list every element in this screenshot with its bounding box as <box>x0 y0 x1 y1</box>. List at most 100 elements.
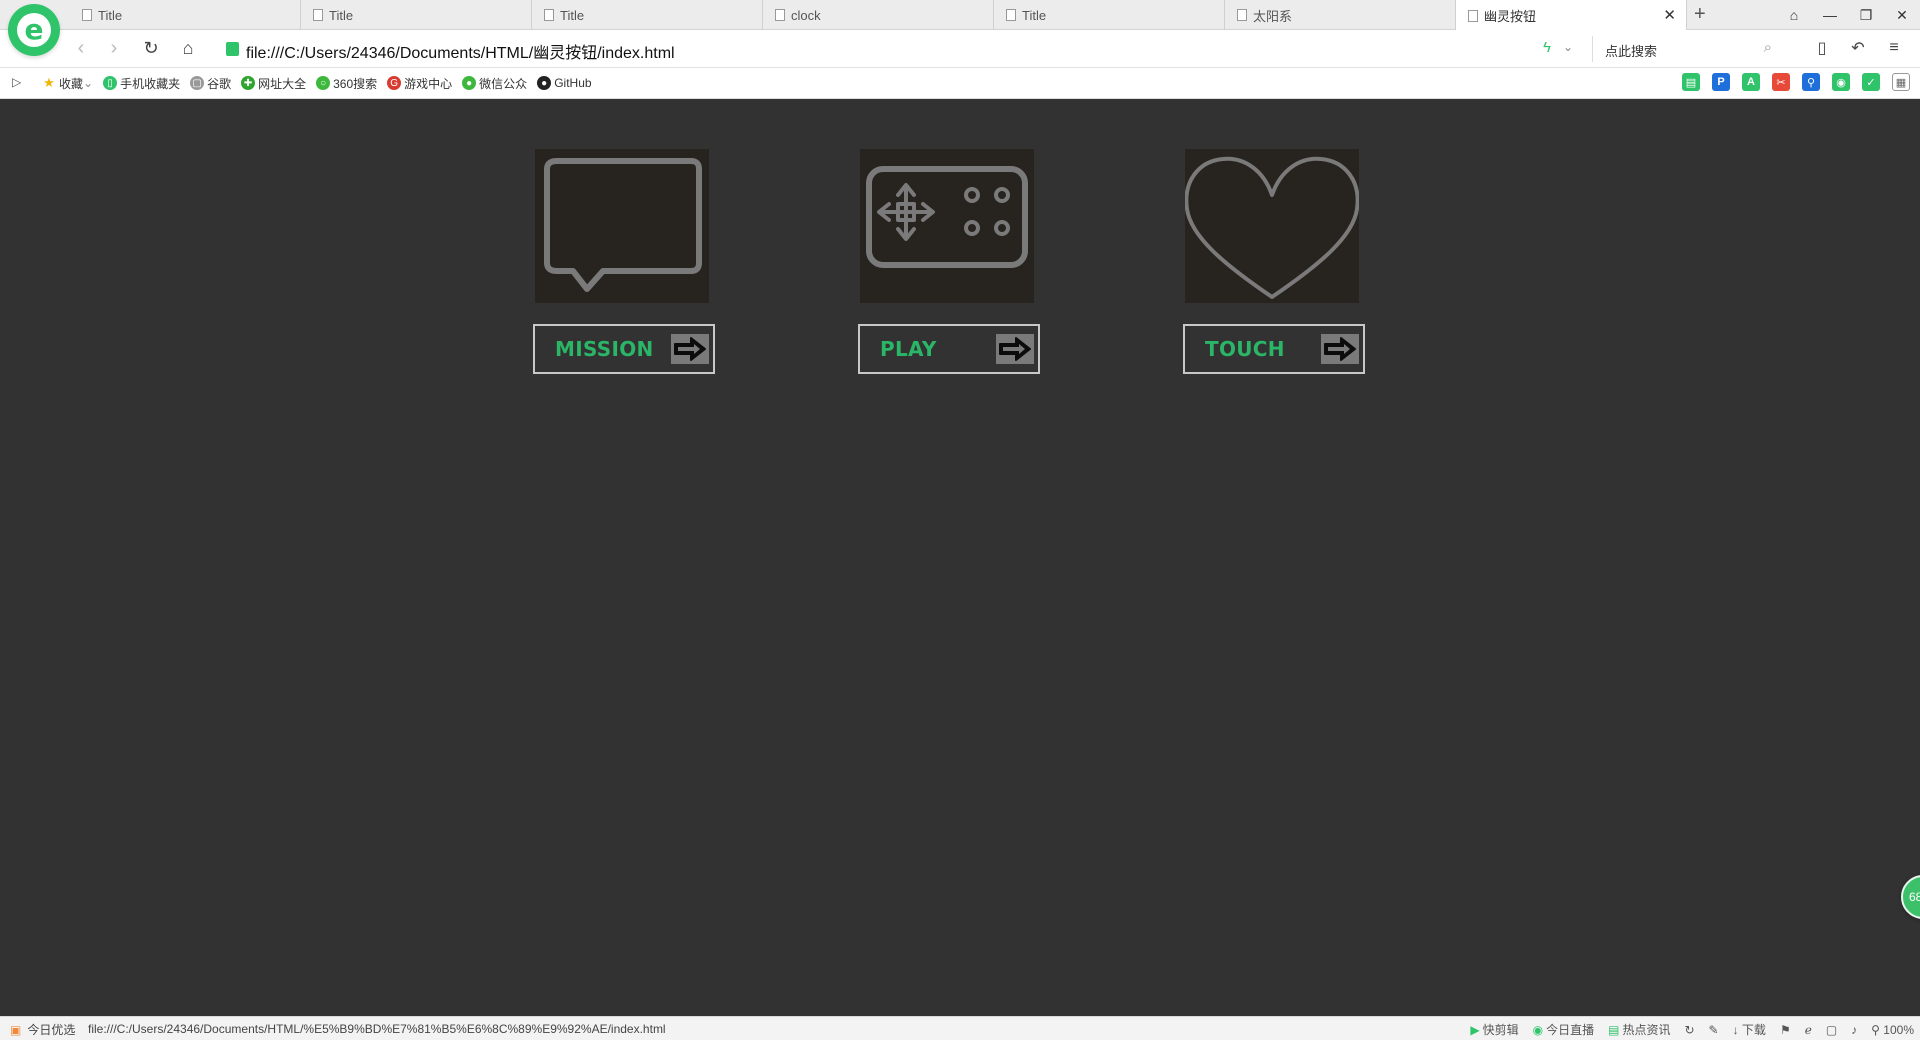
pin-icon[interactable]: ✎ <box>1709 1023 1719 1037</box>
page-icon <box>1006 9 1016 21</box>
gamepad-icon <box>860 149 1034 303</box>
close-window-icon[interactable]: ✕ <box>1884 0 1920 30</box>
tab-title: Title <box>560 7 585 23</box>
menu-icon[interactable]: ≡ <box>1882 36 1906 60</box>
shirt-skin-icon[interactable]: ⌂ <box>1776 0 1812 30</box>
phone-icon: ▯ <box>103 76 118 90</box>
tab[interactable]: Title <box>994 0 1225 30</box>
translate-extension-icon[interactable]: A <box>1742 73 1760 91</box>
tab-title: Title <box>329 7 354 23</box>
tab[interactable]: clock <box>763 0 994 30</box>
bookmark-label: 手机收藏夹 <box>120 76 181 91</box>
bookmark-item[interactable]: ▯ 手机收藏夹 <box>103 75 180 92</box>
page-icon <box>775 9 785 21</box>
tab-list: Title Title Title clock Title 太阳系 幽灵按钮 ✕ <box>70 0 1687 31</box>
arrow-right-icon <box>671 334 709 364</box>
bookmark-item[interactable]: ▢ 谷歌 <box>190 75 231 92</box>
reload-icon[interactable]: ↻ <box>140 38 162 58</box>
360-icon: ○ <box>316 76 331 90</box>
today-picks-link[interactable]: 今日优选 <box>27 1021 75 1038</box>
status-right: ▶ 快剪辑 ◉ 今日直播 ▤ 热点资讯 ↻ ✎ ↓ 下载 ⚑ ℯ ▢ ♪ ⚲ 100% <box>1470 1021 1914 1038</box>
zoom-icon: ⚲ <box>1871 1022 1880 1037</box>
bookmark-item[interactable]: ★ 收藏 ⌄ <box>42 75 93 92</box>
download-label: 下载 <box>1741 1023 1766 1037</box>
window-mode-icon[interactable]: ▢ <box>1826 1023 1837 1037</box>
bookmark-label: 360搜索 <box>333 76 378 91</box>
sidebar-toggle-icon[interactable]: ▷ <box>12 75 21 89</box>
touch-button-label: TOUCH <box>1205 337 1285 361</box>
bookmarks-bar: ▷ ★ 收藏 ⌄ ▯ 手机收藏夹 ▢ 谷歌 ✚ 网址大全 ○ 360搜索 G 游戏中心 ● 微信公众 ● Gi… <box>0 68 1920 99</box>
tab[interactable]: Title <box>532 0 763 30</box>
tab[interactable]: Title <box>70 0 301 30</box>
touch-button[interactable]: TOUCH <box>1183 324 1365 374</box>
gift-icon: ▣ <box>10 1022 22 1037</box>
extension-icons: ▤ P A ✂ ⚲ ◉ ✓ ▦ <box>1682 73 1910 91</box>
live-play-icon: ◉ <box>1532 1023 1544 1037</box>
download-button[interactable]: ↓ 下载 <box>1733 1021 1766 1038</box>
compass-icon: ✚ <box>241 76 256 90</box>
forward-icon[interactable]: › <box>103 38 125 58</box>
window-controls: ⌂ — ❐ ✕ <box>1776 0 1920 30</box>
tab-title: Title <box>1022 7 1047 23</box>
zoom-control[interactable]: ⚲ 100% <box>1871 1023 1914 1037</box>
restore-icon[interactable]: ❐ <box>1848 0 1884 30</box>
volume-icon[interactable]: ♪ <box>1851 1023 1857 1037</box>
hot-news-button[interactable]: ▤ 热点资讯 <box>1608 1021 1670 1038</box>
search-box[interactable]: 点此搜索 ⌕ <box>1592 36 1782 62</box>
tab[interactable]: Title <box>301 0 532 30</box>
bookmark-item[interactable]: G 游戏中心 <box>387 75 452 92</box>
refresh-icon[interactable]: ↻ <box>1684 1023 1694 1037</box>
tab[interactable]: 太阳系 <box>1225 0 1456 30</box>
play-button-label: PLAY <box>880 337 937 361</box>
quick-edit-button[interactable]: ▶ 快剪辑 <box>1470 1021 1518 1038</box>
minimize-icon[interactable]: — <box>1812 0 1848 30</box>
bookmark-label: 网址大全 <box>258 76 307 91</box>
new-tab-icon[interactable]: + <box>1694 3 1706 26</box>
status-bar: ▣ 今日优选 file:///C:/Users/24346/Documents/… <box>0 1016 1920 1040</box>
scissors-icon[interactable]: ✂ <box>1772 73 1790 91</box>
live-button[interactable]: ◉ 今日直播 <box>1533 1021 1595 1038</box>
bookmark-page-icon[interactable]: ▯ <box>1810 36 1834 60</box>
chevron-down-icon[interactable]: ⌄ <box>1563 40 1573 54</box>
page-icon: ▢ <box>190 76 205 90</box>
page-icon <box>82 9 92 21</box>
tab-active[interactable]: 幽灵按钮 ✕ <box>1456 0 1687 31</box>
chat-bubble-icon <box>535 149 709 303</box>
undo-icon[interactable]: ↶ <box>1846 36 1870 60</box>
bookmark-item[interactable]: ○ 360搜索 <box>316 75 377 92</box>
mission-button[interactable]: MISSION <box>533 324 715 374</box>
reader-extension-icon[interactable]: ▤ <box>1682 73 1700 91</box>
wechat-icon: ● <box>462 76 477 90</box>
video-edit-icon: ▶ <box>1470 1023 1480 1037</box>
parking-extension-icon[interactable]: P <box>1712 73 1730 91</box>
tab-title: 幽灵按钮 <box>1484 9 1537 24</box>
gamepad-extension-icon[interactable]: ◉ <box>1832 73 1850 91</box>
star-icon: ★ <box>43 75 55 90</box>
home-icon[interactable]: ⌂ <box>177 38 199 58</box>
bookmark-item[interactable]: ✚ 网址大全 <box>241 75 306 92</box>
back-icon[interactable]: ‹ <box>70 38 92 58</box>
magnifier-icon[interactable]: ⚲ <box>1802 73 1820 91</box>
close-tab-icon[interactable]: ✕ <box>1663 6 1676 24</box>
page-icon <box>544 9 554 21</box>
browser-logo-icon[interactable]: e <box>8 4 60 56</box>
play-button[interactable]: PLAY <box>858 324 1040 374</box>
quick-edit-label: 快剪辑 <box>1482 1023 1519 1037</box>
ie-compat-icon[interactable]: ℯ <box>1805 1023 1812 1037</box>
chevron-down-icon[interactable]: ⌄ <box>83 76 93 90</box>
apps-grid-icon[interactable]: ▦ <box>1892 73 1910 91</box>
floating-speed-badge[interactable]: 68 <box>1901 875 1920 919</box>
flag-icon[interactable]: ⚑ <box>1780 1023 1791 1037</box>
news-icon: ▤ <box>1608 1023 1620 1037</box>
bookmark-item[interactable]: ● GitHub <box>537 76 592 90</box>
address-input[interactable]: file:///C:/Users/24346/Documents/HTML/幽灵… <box>246 39 675 63</box>
lightning-icon[interactable]: ϟ <box>1543 39 1551 56</box>
page-icon <box>1468 9 1478 22</box>
bookmark-label: 谷歌 <box>207 76 232 91</box>
tab-title: clock <box>791 7 821 23</box>
search-input[interactable]: 点此搜索 <box>1605 41 1657 60</box>
search-icon[interactable]: ⌕ <box>1764 39 1772 56</box>
shield-extension-icon[interactable]: ✓ <box>1862 73 1880 91</box>
bookmark-item[interactable]: ● 微信公众 <box>462 75 527 92</box>
status-left: ▣ 今日优选 <box>10 1021 75 1038</box>
